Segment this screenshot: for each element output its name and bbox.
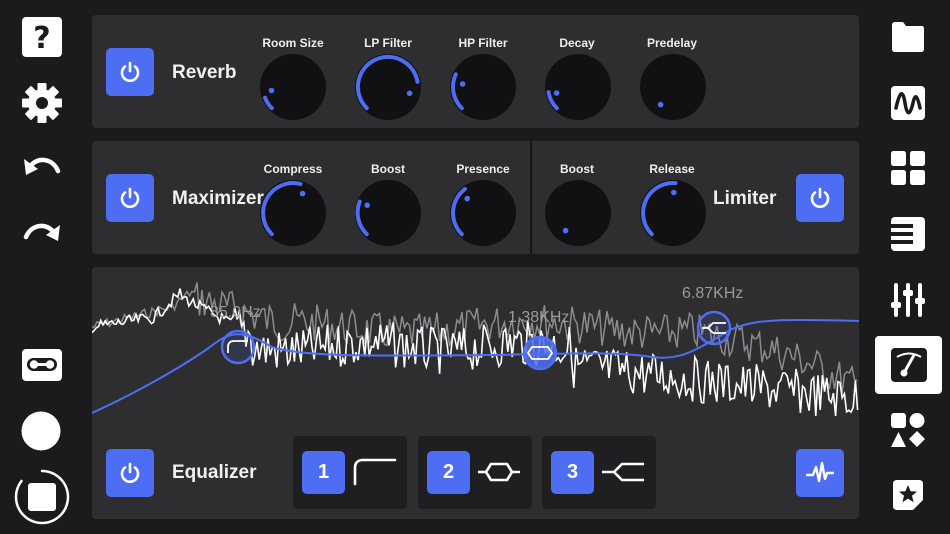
- bell-icon[interactable]: [476, 454, 522, 490]
- room-size-knob[interactable]: [258, 52, 328, 122]
- eq-band-1[interactable]: 1: [293, 436, 407, 509]
- band-2-select-button[interactable]: 2: [427, 451, 470, 494]
- compress-knob[interactable]: [258, 178, 328, 248]
- band-3-select-button[interactable]: 3: [551, 451, 594, 494]
- limiter-boost-label: Boost: [560, 162, 594, 176]
- waveform-button[interactable]: [890, 85, 926, 121]
- tape-button[interactable]: [21, 348, 63, 382]
- spectrum-analyzer-button[interactable]: [796, 449, 844, 497]
- sliders-icon: [891, 283, 925, 317]
- equalizer-title: Equalizer: [172, 462, 257, 483]
- lp-filter-knob[interactable]: [353, 52, 423, 122]
- maximizer-power-button[interactable]: [106, 174, 154, 222]
- power-icon: [810, 187, 830, 208]
- help-button[interactable]: ?: [21, 16, 63, 58]
- grid-icon: [891, 151, 925, 185]
- instruments-button[interactable]: [890, 412, 926, 448]
- power-icon: [120, 187, 140, 208]
- vu-meter-icon: [890, 348, 927, 382]
- limiter-title: Limiter: [713, 188, 777, 209]
- room-size-label: Room Size: [262, 36, 324, 50]
- eq-band-2[interactable]: 2: [418, 436, 532, 509]
- undo-icon: [24, 157, 61, 175]
- eq-spectrum-display[interactable]: [92, 267, 859, 427]
- lp-filter-label: LP Filter: [364, 36, 412, 50]
- pads-button[interactable]: [890, 150, 926, 186]
- presets-button[interactable]: [890, 477, 926, 513]
- power-icon: [120, 61, 140, 82]
- presence-label: Presence: [456, 162, 510, 176]
- power-icon: [120, 462, 140, 483]
- eq-node-3[interactable]: [696, 310, 732, 346]
- gear-icon: [22, 83, 62, 123]
- mixer-button[interactable]: [890, 282, 926, 318]
- eq-node-1-freq: 85.0Hz: [210, 304, 261, 321]
- decay-knob[interactable]: [543, 52, 613, 122]
- left-toolbar: ?: [0, 0, 84, 534]
- limiter-power-button[interactable]: [796, 174, 844, 222]
- stop-icon: [14, 469, 70, 525]
- eq-band-3[interactable]: 3: [542, 436, 656, 509]
- boost-label: Boost: [371, 162, 405, 176]
- hp-filter-label: HP Filter: [458, 36, 508, 50]
- eq-node-1[interactable]: [220, 329, 256, 365]
- piano-icon: [891, 217, 925, 251]
- settings-button[interactable]: [20, 81, 64, 125]
- keyboard-button[interactable]: [890, 216, 926, 252]
- stop-button[interactable]: [13, 468, 71, 526]
- eq-node-3-freq: 6.87KHz: [682, 285, 744, 302]
- redo-icon: [23, 223, 60, 241]
- equalizer-panel: 85.0Hz 1.38KHz 6.87KHz Equalizer 1 2 3: [92, 267, 859, 519]
- maximizer-title: Maximizer: [172, 188, 264, 209]
- svg-text:?: ?: [33, 21, 50, 56]
- eq-node-2[interactable]: [522, 335, 558, 371]
- release-label: Release: [649, 162, 695, 176]
- reverb-title: Reverb: [172, 62, 237, 83]
- boost-knob[interactable]: [353, 178, 423, 248]
- redo-button[interactable]: [20, 218, 64, 254]
- presence-knob[interactable]: [448, 178, 518, 248]
- live-spectrum-line: [92, 288, 859, 417]
- shapes-icon: [891, 413, 925, 447]
- cassette-icon: [22, 349, 62, 381]
- wave-icon: [891, 86, 925, 120]
- effects-button[interactable]: [875, 336, 942, 394]
- predelay-knob[interactable]: [638, 52, 708, 122]
- eq-node-2-freq: 1.38KHz: [508, 309, 570, 326]
- folder-icon: [892, 22, 924, 52]
- files-button[interactable]: [890, 20, 926, 54]
- undo-button[interactable]: [20, 152, 64, 188]
- star-icon: [893, 480, 923, 510]
- low-shelf-icon[interactable]: [351, 454, 397, 490]
- maximizer-limiter-panel: Maximizer Compress Boost Presence Boost …: [92, 141, 859, 254]
- record-button[interactable]: [20, 410, 62, 452]
- hp-filter-knob[interactable]: [448, 52, 518, 122]
- panel-divider: [530, 141, 532, 254]
- high-shelf-icon[interactable]: [600, 454, 646, 490]
- reverb-power-button[interactable]: [106, 48, 154, 96]
- compress-label: Compress: [263, 162, 323, 176]
- predelay-label: Predelay: [646, 36, 698, 50]
- band-1-select-button[interactable]: 1: [302, 451, 345, 494]
- limiter-boost-knob[interactable]: [543, 178, 613, 248]
- reverb-panel: Reverb Room Size LP Filter HP Filter Dec…: [92, 15, 859, 128]
- right-toolbar: [866, 0, 950, 534]
- equalizer-power-button[interactable]: [106, 449, 154, 497]
- release-knob[interactable]: [638, 178, 708, 248]
- eq-curve-line: [92, 318, 859, 414]
- decay-label: Decay: [559, 36, 595, 50]
- help-icon: ?: [22, 17, 62, 57]
- waveform-icon: [806, 461, 834, 483]
- record-icon: [21, 411, 61, 451]
